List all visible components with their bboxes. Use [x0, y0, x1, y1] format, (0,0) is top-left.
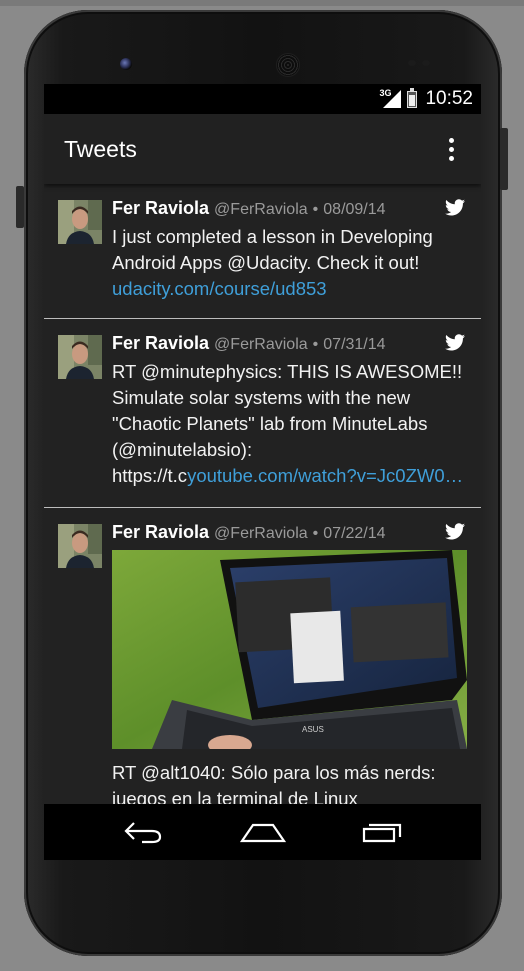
tweet-body: I just completed a lesson in Developing …	[112, 226, 433, 273]
tweet-link[interactable]: youtube.com/watch?v=Jc0ZW0…	[187, 465, 463, 486]
battery-icon	[407, 87, 418, 108]
svg-text:ASUS: ASUS	[302, 725, 324, 734]
signal-icon: 3G	[379, 88, 402, 108]
tweet-list[interactable]: Fer Raviola @FerRaviola • 08/09/14 I jus…	[44, 184, 481, 804]
proximity-sensor	[408, 60, 416, 66]
tweet-body: RT @alt1040: Sólo para los más nerds: ju…	[112, 762, 436, 804]
avatar[interactable]	[58, 200, 102, 244]
tweet-text: RT @minutephysics: THIS IS AWESOME!! Sim…	[112, 359, 465, 489]
navigation-bar	[44, 804, 481, 860]
light-sensor	[422, 60, 430, 66]
tweet-separator: •	[312, 525, 319, 542]
twitter-bird-icon[interactable]	[445, 523, 465, 540]
home-icon[interactable]	[233, 812, 293, 852]
tweet-author-handle[interactable]: @FerRaviola	[214, 525, 308, 543]
twitter-bird-icon[interactable]	[445, 199, 465, 216]
tweet-text: RT @alt1040: Sólo para los más nerds: ju…	[112, 760, 465, 804]
twitter-bird-icon[interactable]	[445, 334, 465, 351]
status-time: 10:52	[425, 88, 473, 109]
screen: 3G 10:52 Tweets Fer Raviola @FerRaviola …	[44, 84, 481, 860]
recents-icon[interactable]	[352, 812, 412, 852]
tweet-date: 07/22/14	[323, 525, 386, 542]
tweet-item[interactable]: Fer Raviola @FerRaviola • 07/31/14 RT @m…	[44, 319, 481, 508]
tweet-author-handle[interactable]: @FerRaviola	[214, 336, 308, 354]
volume-button	[16, 186, 24, 228]
tweet-date: 08/09/14	[323, 201, 386, 218]
tweet-separator: •	[312, 336, 319, 353]
tweet-author-name[interactable]: Fer Raviola	[112, 198, 209, 219]
more-vert-icon[interactable]	[441, 134, 461, 164]
tweet-link[interactable]: udacity.com/course/ud853	[112, 278, 327, 299]
tweet-date: 07/31/14	[323, 336, 386, 353]
tweet-author-name[interactable]: Fer Raviola	[112, 333, 209, 354]
tweet-separator: •	[312, 201, 319, 218]
tweet-author-handle[interactable]: @FerRaviola	[214, 201, 308, 219]
page-title: Tweets	[64, 135, 137, 162]
tweet-author-name[interactable]: Fer Raviola	[112, 522, 209, 543]
network-type: 3G	[379, 88, 392, 98]
window-top-edge	[0, 0, 524, 6]
front-camera	[120, 58, 132, 70]
tweet-text: I just completed a lesson in Developing …	[112, 224, 465, 302]
tweet-item[interactable]: Fer Raviola @FerRaviola • 07/22/14 ASUS …	[44, 508, 481, 804]
avatar[interactable]	[58, 335, 102, 379]
status-bar: 3G 10:52	[44, 84, 481, 114]
back-icon[interactable]	[114, 812, 174, 852]
tweet-item[interactable]: Fer Raviola @FerRaviola • 08/09/14 I jus…	[44, 184, 481, 319]
app-bar: Tweets	[44, 114, 481, 184]
earpiece-speaker	[276, 53, 300, 77]
power-button	[500, 128, 508, 190]
avatar[interactable]	[58, 524, 102, 568]
tweet-media-image[interactable]: ASUS	[112, 550, 467, 755]
